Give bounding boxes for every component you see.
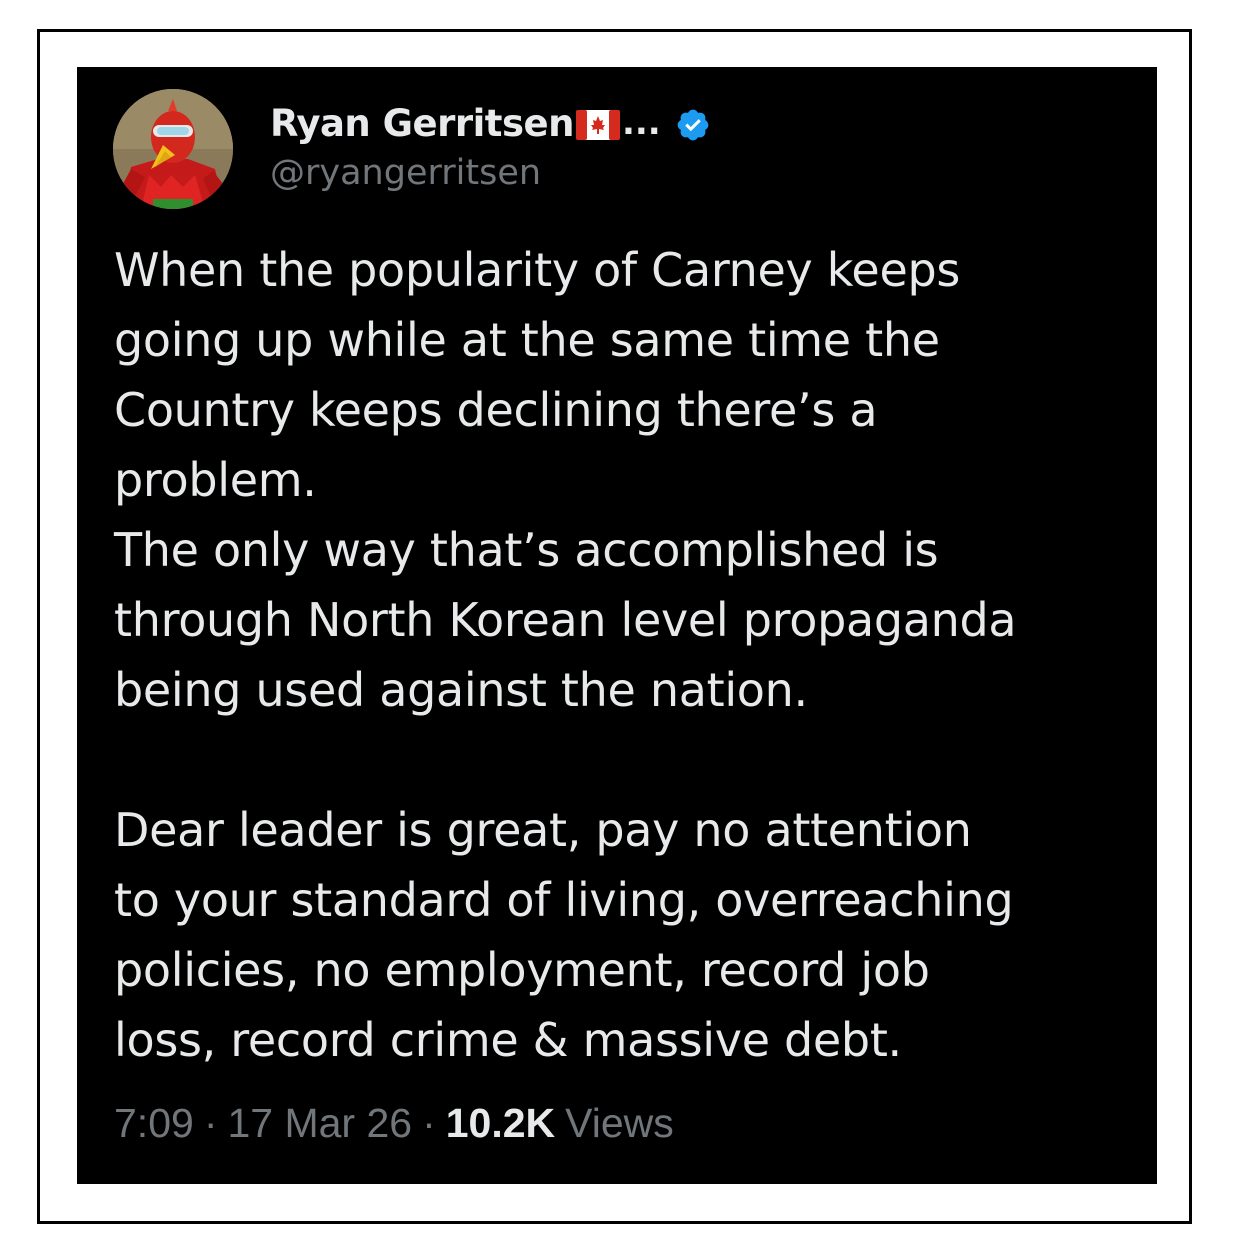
author-display-name[interactable]: Ryan Gerritsen [270,102,574,145]
post-text-line: policies, no employment, record job [114,943,930,997]
post-text-line: through North Korean level propaganda [114,593,1017,647]
post-text-line: problem. [114,453,317,507]
post-date[interactable]: 17 Mar 26 [227,1100,412,1147]
name-truncation-ellipsis: ... [621,103,661,143]
post-text-line: The only way that’s accomplished is [114,523,939,577]
avatar-image [113,89,233,209]
post-text-line: being used against the nation. [114,663,808,717]
author-name-row[interactable]: Ryan Gerritsen ... [270,99,711,147]
post-time[interactable]: 7:09 [114,1100,194,1147]
post-text-line: When the popularity of Carney keeps [114,243,961,297]
canada-flag-icon [575,110,620,140]
post-card: Ryan Gerritsen ... @ryangerritsen When t… [77,67,1157,1184]
views-label[interactable]: Views [565,1100,674,1147]
post-text-line: Dear leader is great, pay no attention [114,803,972,857]
views-count[interactable]: 10.2K [446,1100,555,1147]
author-handle[interactable]: @ryangerritsen [270,153,541,193]
avatar[interactable] [113,89,233,209]
meta-separator: · [422,1099,436,1146]
post-text-line: to your standard of living, overreaching [114,873,1014,927]
post-meta: 7:09 · 17 Mar 26 · 10.2K Views [114,1097,674,1149]
verified-badge-icon [675,107,711,143]
post-text-line: Country keeps declining there’s a [114,383,878,437]
post-text-line: going up while at the same time the [114,313,940,367]
meta-separator: · [203,1099,218,1146]
post-text-line: loss, record crime & massive debt. [114,1013,902,1067]
post-text: When the popularity of Carney keeps goin… [114,235,1134,1075]
